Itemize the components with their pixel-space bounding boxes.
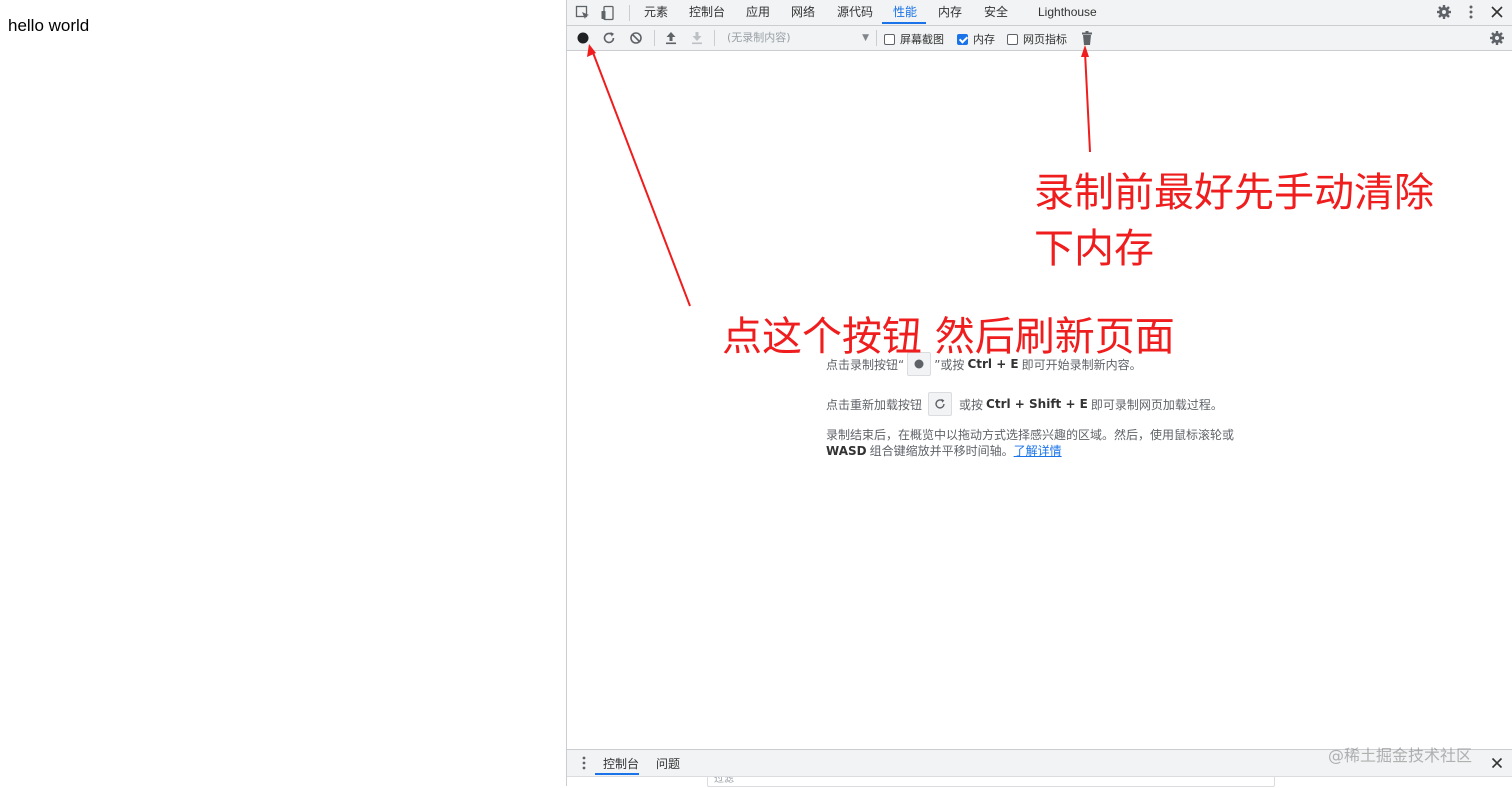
- toolbar-divider: [876, 30, 877, 46]
- console-filter-input[interactable]: 过滤: [707, 777, 1275, 787]
- tab-console[interactable]: 控制台: [689, 0, 725, 25]
- inspect-element-icon[interactable]: [574, 4, 592, 22]
- memory-label: 内存: [973, 33, 995, 46]
- drawer-menu-icon[interactable]: [575, 754, 593, 772]
- settings-gear-icon[interactable]: [1435, 3, 1453, 21]
- inline-reload-button[interactable]: [928, 392, 953, 416]
- tab-security[interactable]: 安全: [984, 0, 1008, 25]
- drawer-active-indicator: [595, 773, 639, 775]
- memory-checkbox[interactable]: [957, 33, 968, 45]
- recording-select-value: (无录制内容): [727, 31, 791, 44]
- capture-settings-gear-icon[interactable]: [1488, 29, 1506, 47]
- devtools-tabbar: 元素 控制台 应用 网络 源代码 性能 内存 安全 Lighthouse: [567, 0, 1512, 26]
- web-vitals-label: 网页指标: [1023, 33, 1067, 46]
- console-filter-bar: 过滤: [567, 776, 1512, 788]
- close-devtools-icon[interactable]: [1488, 3, 1506, 21]
- gc-annotation-line2: 下内存: [1034, 226, 1154, 272]
- screenshots-toggle[interactable]: 屏幕截图: [884, 31, 944, 47]
- usage-hint-line2: WASD 组合键缩放并平移时间轴。 了解详情: [826, 442, 1062, 459]
- garbage-collect-trash-icon[interactable]: [1078, 29, 1096, 47]
- record-button[interactable]: [574, 29, 592, 47]
- upload-icon[interactable]: [662, 29, 680, 47]
- watermark-text: @稀土掘金技术社区: [1328, 746, 1473, 765]
- record-annotation: 点这个按钮 然后刷新页面: [722, 314, 1175, 360]
- tab-sources[interactable]: 源代码: [837, 0, 873, 25]
- screenshots-label: 屏幕截图: [900, 33, 944, 46]
- tab-application[interactable]: 应用: [746, 0, 770, 25]
- active-tab-indicator: [882, 22, 926, 24]
- tab-lighthouse[interactable]: Lighthouse: [1038, 0, 1097, 25]
- screenshots-checkbox[interactable]: [884, 33, 895, 45]
- wasd-keys: WASD: [826, 443, 867, 458]
- gc-annotation-line1: 录制前最好先手动清除: [1034, 170, 1434, 216]
- clear-icon[interactable]: [627, 29, 645, 47]
- tab-elements[interactable]: 元素: [644, 0, 668, 25]
- reload-hint-tail: 即可录制网页加载过程。: [1090, 397, 1223, 412]
- usage-hint-tail: 组合键缩放并平移时间轴。: [869, 444, 1014, 458]
- reload-hint-prefix: 点击重新加载按钮: [826, 397, 923, 412]
- device-toolbar-icon[interactable]: [599, 4, 617, 22]
- reload-record-icon[interactable]: [600, 29, 618, 47]
- page-text: hello world: [8, 16, 90, 35]
- reload-hint-mid: 或按: [959, 397, 984, 412]
- web-vitals-checkbox[interactable]: [1007, 33, 1018, 45]
- reload-shortcut: Ctrl + Shift + E: [986, 397, 1088, 411]
- drawer-tab-console[interactable]: 控制台: [603, 755, 639, 772]
- more-options-icon[interactable]: [1462, 3, 1480, 21]
- drawer-tab-issues[interactable]: 问题: [656, 755, 680, 772]
- memory-toggle[interactable]: 内存: [957, 31, 995, 47]
- usage-hint-line1: 录制结束后，在概览中以拖动方式选择感兴趣的区域。然后，使用鼠标滚轮或: [826, 428, 1235, 442]
- chevron-down-icon: ▼: [862, 33, 869, 43]
- tab-network[interactable]: 网络: [791, 0, 815, 25]
- reload-hint-row: 点击重新加载按钮 或按 Ctrl + Shift + E 即可录制网页加载过程。: [826, 392, 1223, 416]
- tab-memory[interactable]: 内存: [938, 0, 962, 25]
- web-vitals-toggle[interactable]: 网页指标: [1007, 31, 1067, 47]
- performance-toolbar: (无录制内容) ▼ 屏幕截图 内存 网页指标: [567, 26, 1512, 51]
- toolbar-divider: [654, 30, 655, 46]
- recording-select[interactable]: (无录制内容) ▼: [717, 30, 869, 46]
- learn-more-link[interactable]: 了解详情: [1014, 442, 1062, 459]
- inspected-page: hello world: [0, 0, 566, 786]
- toolbar-divider: [714, 30, 715, 46]
- tabbar-divider: [629, 5, 630, 21]
- close-drawer-icon[interactable]: [1488, 754, 1506, 772]
- download-icon[interactable]: [688, 29, 706, 47]
